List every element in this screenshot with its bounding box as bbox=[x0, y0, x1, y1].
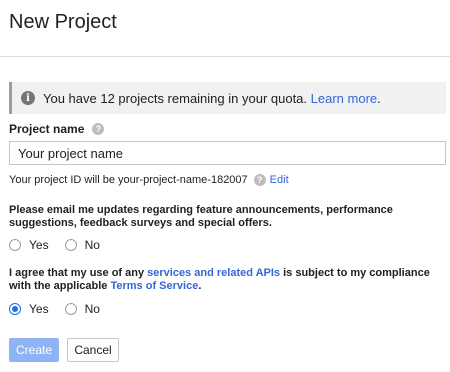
email-no-label: No bbox=[84, 238, 100, 252]
create-button[interactable]: Create bbox=[9, 338, 59, 362]
terms-yes-option[interactable]: Yes bbox=[9, 302, 49, 316]
project-id-help-icon[interactable]: ? bbox=[253, 174, 266, 186]
quota-message: You have 12 projects remaining in your q… bbox=[43, 90, 308, 106]
page-title: New Project bbox=[9, 11, 117, 33]
project-id-text: Your project ID will be your-project-nam… bbox=[9, 174, 248, 186]
terms-pre: I agree that my use of any bbox=[9, 267, 148, 279]
project-id-line: Your project ID will be your-project-nam… bbox=[9, 174, 289, 186]
email-yes-radio[interactable] bbox=[9, 239, 21, 251]
email-updates-question: Please email me updates regarding featur… bbox=[9, 204, 393, 229]
info-icon: i bbox=[21, 91, 35, 105]
project-name-input[interactable] bbox=[9, 141, 446, 165]
terms-no-label: No bbox=[84, 302, 100, 316]
header-divider bbox=[0, 56, 450, 57]
quota-suffix: . bbox=[377, 90, 381, 106]
email-no-radio[interactable] bbox=[64, 239, 77, 251]
terms-yes-radio[interactable] bbox=[9, 303, 21, 315]
terms-no-option[interactable]: No bbox=[64, 302, 100, 316]
learn-more-link[interactable]: Learn more bbox=[311, 91, 377, 106]
terms-no-radio[interactable] bbox=[64, 303, 77, 315]
email-updates-radio-group: Yes No bbox=[9, 238, 116, 252]
quota-info-banner: i You have 12 projects remaining in your… bbox=[9, 82, 446, 114]
edit-project-id-link[interactable]: Edit bbox=[270, 174, 289, 186]
terms-post: . bbox=[198, 280, 202, 292]
email-no-option[interactable]: No bbox=[64, 238, 100, 252]
services-apis-link[interactable]: services and related APIs bbox=[147, 267, 280, 279]
project-name-label-text: Project name bbox=[9, 122, 85, 136]
cancel-button[interactable]: Cancel bbox=[67, 338, 119, 362]
quota-info-text: You have 12 projects remaining in your q… bbox=[43, 91, 381, 106]
terms-of-service-link[interactable]: Terms of Service bbox=[110, 280, 198, 292]
terms-radio-group: Yes No bbox=[9, 302, 116, 316]
terms-agreement-text: I agree that my use of any services and … bbox=[9, 267, 445, 293]
help-icon[interactable]: ? bbox=[92, 123, 105, 135]
email-yes-label: Yes bbox=[29, 238, 49, 252]
email-yes-option[interactable]: Yes bbox=[9, 238, 49, 252]
terms-yes-label: Yes bbox=[29, 302, 49, 316]
project-name-label: Project name ? bbox=[9, 122, 105, 136]
